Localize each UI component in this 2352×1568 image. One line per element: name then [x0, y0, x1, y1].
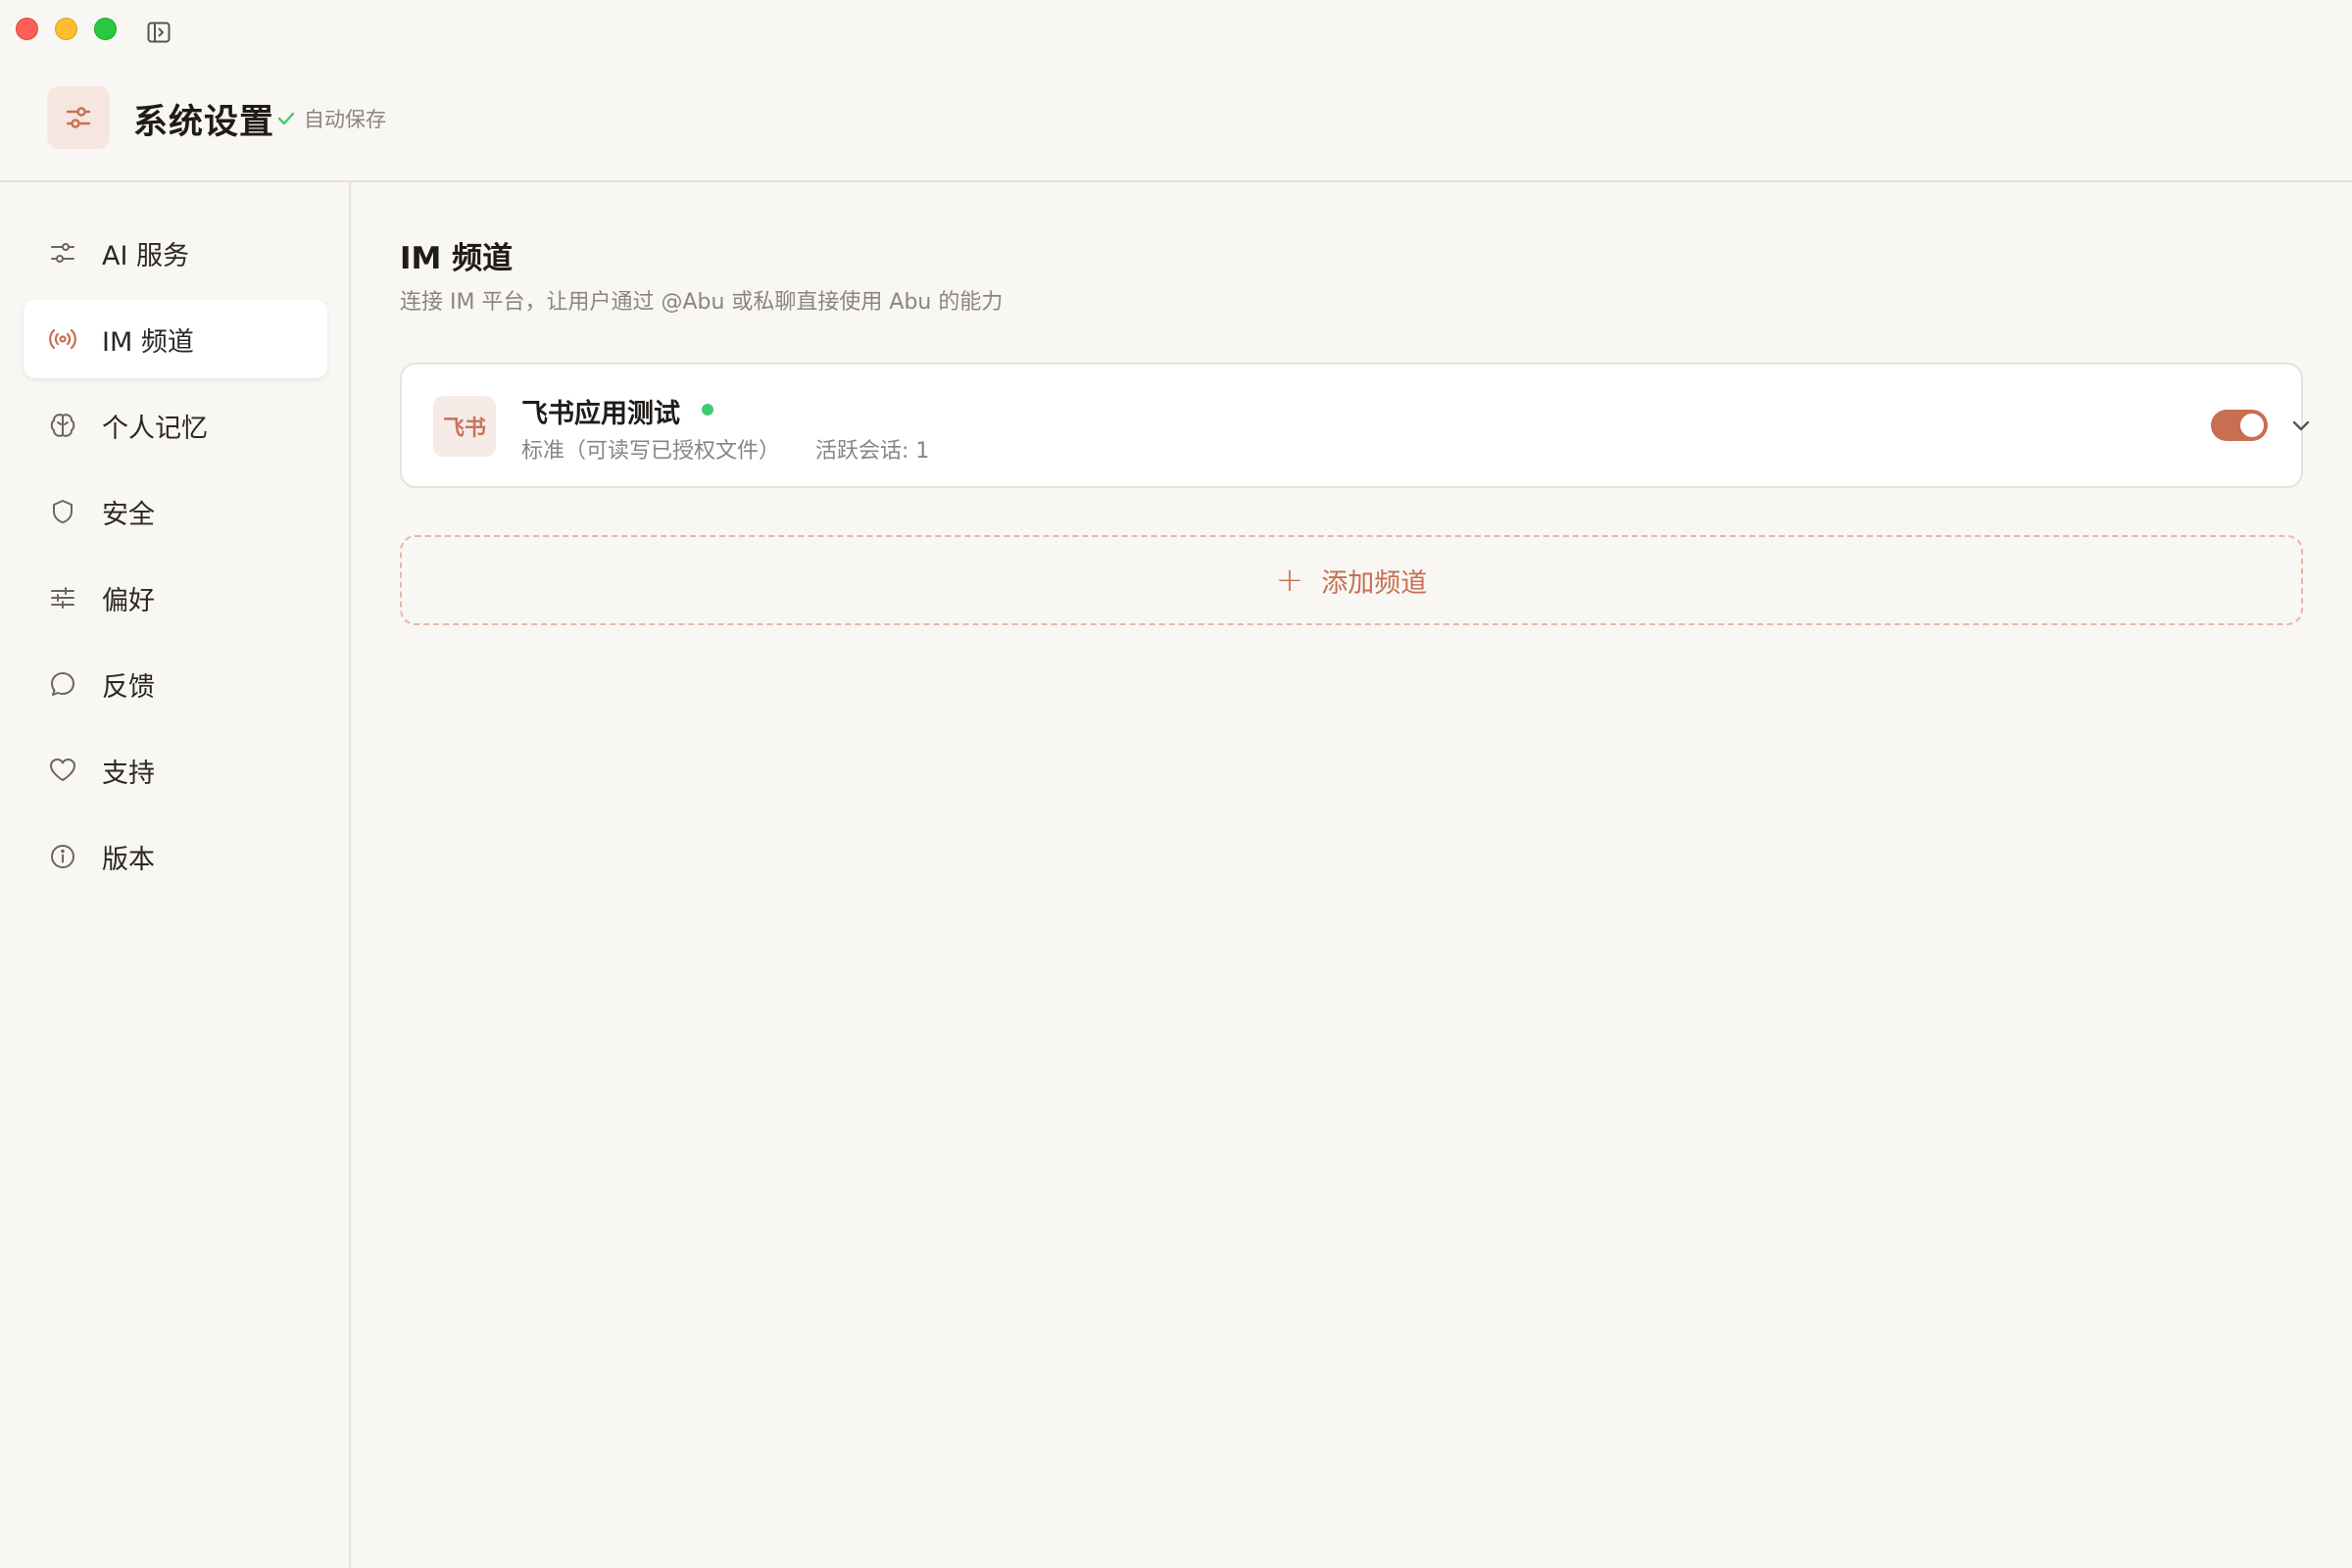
brain-icon [47, 410, 78, 441]
sidebar-item-label: AI 服务 [102, 240, 190, 271]
window-titlebar [0, 0, 2352, 59]
autosave-status: 自动保存 [276, 104, 386, 133]
check-icon [277, 112, 295, 125]
online-status-dot [702, 404, 713, 416]
toggle-knob [2240, 414, 2264, 437]
sidebar-item-label: 版本 [102, 844, 155, 875]
add-channel-label: 添加频道 [1321, 567, 1428, 599]
page-title: 系统设置 [133, 103, 275, 142]
channel-meta: 标准（可读写已授权文件） 活跃会话: 1 [521, 433, 929, 465]
channel-name: 飞书应用测试 [521, 399, 680, 429]
chat-bubble-icon [47, 668, 78, 700]
sidebar-item-label: 个人记忆 [102, 413, 208, 444]
settings-sidebar: AI 服务 IM 频道 个人记忆 安全 偏好 反馈 支持 版本 [0, 182, 351, 1568]
sidebar-item-support[interactable]: 支持 [24, 731, 327, 809]
sliders-icon [47, 86, 110, 149]
page-header: 系统设置 自动保存 [0, 59, 2352, 182]
sidebar-item-security[interactable]: 安全 [24, 472, 327, 551]
equalizer-icon [47, 582, 78, 613]
add-channel-button[interactable]: + 添加频道 [400, 535, 2303, 625]
channel-permission: 标准（可读写已授权文件） [521, 439, 781, 464]
heart-icon [47, 755, 78, 786]
sidebar-item-label: 安全 [102, 499, 155, 530]
feishu-logo: 飞书 [433, 396, 496, 457]
chevron-down-icon[interactable] [2287, 412, 2315, 439]
info-icon [47, 841, 78, 872]
sidebar-toggle-icon[interactable] [147, 22, 171, 43]
sidebar-item-memory[interactable]: 个人记忆 [24, 386, 327, 465]
close-window-button[interactable] [16, 18, 38, 40]
channel-active-sessions: 活跃会话: 1 [815, 439, 930, 464]
maximize-window-button[interactable] [94, 18, 117, 40]
sidebar-item-im-channel[interactable]: IM 频道 [24, 300, 327, 378]
sidebar-item-feedback[interactable]: 反馈 [24, 645, 327, 723]
channel-card[interactable]: 飞书 飞书应用测试 标准（可读写已授权文件） 活跃会话: 1 [400, 363, 2310, 488]
sidebar-item-label: 偏好 [102, 585, 155, 616]
sidebar-item-label: IM 频道 [102, 326, 194, 358]
sidebar-item-ai-service[interactable]: AI 服务 [24, 214, 327, 292]
sidebar-item-preferences[interactable]: 偏好 [24, 559, 327, 637]
settings-content: IM 频道 连接 IM 平台，让用户通过 @Abu 或私聊直接使用 Abu 的能… [351, 182, 2352, 1568]
sidebar-item-label: 反馈 [102, 671, 155, 703]
broadcast-icon [47, 323, 78, 355]
plus-icon: + [1275, 561, 1304, 600]
autosave-label: 自动保存 [304, 108, 386, 131]
section-title: IM 频道 [400, 241, 514, 276]
section-description: 连接 IM 平台，让用户通过 @Abu 或私聊直接使用 Abu 的能力 [400, 290, 1004, 315]
sidebar-item-version[interactable]: 版本 [24, 817, 327, 896]
sliders-icon [47, 237, 78, 269]
shield-icon [47, 496, 78, 527]
minimize-window-button[interactable] [55, 18, 77, 40]
sidebar-item-label: 支持 [102, 758, 155, 789]
channel-enable-toggle[interactable] [2211, 410, 2268, 441]
